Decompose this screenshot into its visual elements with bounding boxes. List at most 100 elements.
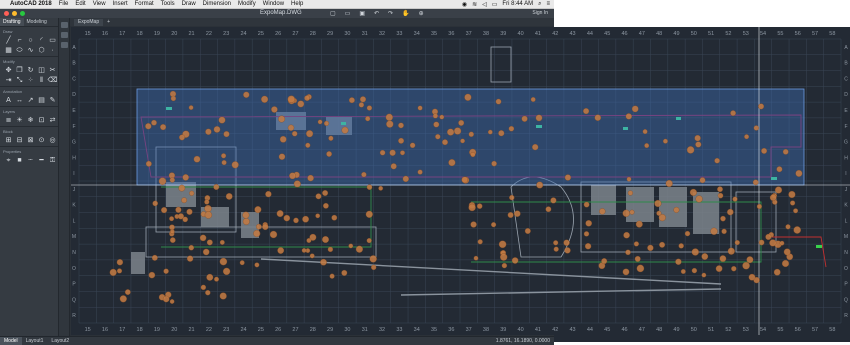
layer-match-icon[interactable]: ⇄ bbox=[48, 116, 57, 124]
layout-tab-model[interactable]: Model bbox=[0, 337, 22, 345]
polyline-tool-icon[interactable]: ⌐ bbox=[15, 36, 24, 44]
tab-drafting[interactable]: Drafting bbox=[0, 18, 24, 26]
markup-tool-icon[interactable]: ✎ bbox=[48, 96, 57, 104]
layer-lock-icon[interactable]: ⊡ bbox=[37, 116, 46, 124]
dimension-tool-icon[interactable]: ↔ bbox=[15, 96, 24, 104]
menu-list-icon[interactable]: ≡ bbox=[546, 1, 550, 7]
layer-properties-icon[interactable]: ≣ bbox=[4, 116, 13, 124]
column-label: 36 bbox=[448, 327, 454, 333]
linetype-icon[interactable]: ┄ bbox=[26, 156, 35, 164]
minimize-window-button[interactable] bbox=[12, 11, 17, 16]
save-icon[interactable]: ▣ bbox=[359, 10, 365, 17]
line-tool-icon[interactable]: ╱ bbox=[4, 36, 13, 44]
new-file-icon[interactable]: ▢ bbox=[330, 10, 336, 17]
section-modify[interactable]: Modify bbox=[0, 56, 58, 65]
menu-format[interactable]: Format bbox=[135, 1, 154, 7]
polygon-tool-icon[interactable]: ⬡ bbox=[37, 46, 46, 54]
move-tool-icon[interactable]: ✥ bbox=[4, 66, 13, 74]
menu-window[interactable]: Window bbox=[263, 1, 284, 7]
booth-marker bbox=[564, 174, 572, 181]
menu-draw[interactable]: Draw bbox=[182, 1, 196, 7]
menu-help[interactable]: Help bbox=[291, 1, 303, 7]
layer-on-icon[interactable]: ☀ bbox=[15, 116, 24, 124]
section-properties[interactable]: Properties bbox=[0, 146, 58, 155]
rotate-tool-icon[interactable]: ↻ bbox=[26, 66, 35, 74]
properties-panel-icon[interactable] bbox=[60, 32, 68, 38]
drawing-canvas[interactable]: 15 16 17 18 19 20 21 22 23 24 25 26 27 28 29 30 31 32 33 34… bbox=[71, 27, 850, 335]
section-layers[interactable]: Layers bbox=[0, 106, 58, 115]
booth-marker bbox=[647, 244, 654, 252]
copy-tool-icon[interactable]: ❐ bbox=[15, 66, 24, 74]
spline-tool-icon[interactable]: ∿ bbox=[26, 46, 35, 54]
array-tool-icon[interactable]: ⁘ bbox=[26, 76, 35, 84]
open-folder-icon[interactable]: ▭ bbox=[345, 10, 351, 17]
column-label: 43 bbox=[570, 327, 576, 333]
extend-tool-icon[interactable]: ⇥ bbox=[4, 76, 13, 84]
ellipse-tool-icon[interactable]: ⬭ bbox=[15, 46, 24, 54]
search-icon[interactable]: ⌕ bbox=[538, 1, 541, 8]
group-icon[interactable]: ◎ bbox=[48, 136, 57, 144]
erase-tool-icon[interactable]: ⌫ bbox=[48, 76, 58, 84]
menu-file[interactable]: File bbox=[59, 1, 69, 7]
new-tab-button[interactable]: + bbox=[107, 19, 110, 25]
redo-icon[interactable]: ↷ bbox=[388, 10, 393, 17]
section-block[interactable]: Block bbox=[0, 126, 58, 135]
camera-icon[interactable]: ◉ bbox=[462, 1, 467, 8]
layers-panel-icon[interactable] bbox=[60, 22, 68, 28]
column-label: 48 bbox=[656, 327, 662, 333]
section-annotation[interactable]: Annotation bbox=[0, 86, 58, 95]
row-label: Q bbox=[72, 297, 76, 303]
menu-dimension[interactable]: Dimension bbox=[203, 1, 231, 7]
booth-marker bbox=[508, 125, 515, 132]
circle-tool-icon[interactable]: ○ bbox=[26, 36, 35, 44]
match-properties-icon[interactable]: ⌖ bbox=[4, 156, 13, 164]
booth-marker bbox=[289, 172, 296, 180]
lineweight-icon[interactable]: ━ bbox=[37, 156, 46, 164]
lock-icon[interactable]: ⚿ bbox=[48, 156, 57, 164]
mirror-tool-icon[interactable]: ◫ bbox=[37, 66, 46, 74]
menu-clock[interactable]: Fri 8:44 AM bbox=[502, 1, 533, 7]
menu-app[interactable]: AutoCAD 2018 bbox=[10, 1, 52, 7]
layout-tab-layout1[interactable]: Layout1 bbox=[22, 337, 48, 345]
booth-marker bbox=[781, 259, 790, 268]
booth-marker bbox=[366, 105, 373, 111]
layer-freeze-icon[interactable]: ❄ bbox=[26, 116, 35, 124]
menu-edit[interactable]: Edit bbox=[75, 1, 85, 7]
insert-block-icon[interactable]: ⊞ bbox=[4, 136, 13, 144]
volume-icon[interactable]: ◁ bbox=[482, 1, 487, 8]
edit-block-icon[interactable]: ⊠ bbox=[26, 136, 35, 144]
sign-in-button[interactable]: Sign In bbox=[532, 10, 548, 16]
booth-marker bbox=[202, 248, 210, 256]
color-swatch-icon[interactable]: ■ bbox=[15, 156, 24, 164]
rectangle-tool-icon[interactable]: ▭ bbox=[48, 36, 57, 44]
menu-insert[interactable]: Insert bbox=[113, 1, 128, 7]
wifi-icon[interactable]: ≋ bbox=[472, 1, 477, 8]
zoom-window-button[interactable] bbox=[20, 11, 25, 16]
point-tool-icon[interactable]: · bbox=[48, 46, 57, 54]
battery-icon[interactable]: ▭ bbox=[492, 1, 498, 8]
blocks-panel-icon[interactable] bbox=[60, 42, 68, 48]
menu-modify[interactable]: Modify bbox=[238, 1, 256, 7]
pan-hand-icon[interactable]: ✋ bbox=[402, 10, 409, 17]
trim-tool-icon[interactable]: ✂ bbox=[48, 66, 57, 74]
zoom-icon[interactable]: ⊕ bbox=[419, 10, 424, 17]
text-tool-icon[interactable]: A bbox=[4, 96, 13, 104]
table-tool-icon[interactable]: ▤ bbox=[37, 96, 46, 104]
layout-tab-layout2[interactable]: Layout2 bbox=[47, 337, 73, 345]
leader-tool-icon[interactable]: ↗ bbox=[26, 96, 35, 104]
create-block-icon[interactable]: ⊟ bbox=[15, 136, 24, 144]
offset-tool-icon[interactable]: ⫴ bbox=[37, 76, 46, 84]
arc-tool-icon[interactable]: ◜ bbox=[37, 36, 46, 44]
undo-icon[interactable]: ↶ bbox=[374, 10, 379, 17]
menu-tools[interactable]: Tools bbox=[161, 1, 175, 7]
tab-expomap[interactable]: ExpoMap bbox=[74, 18, 104, 26]
close-window-button[interactable] bbox=[4, 11, 9, 16]
tab-modeling[interactable]: Modeling bbox=[24, 18, 50, 26]
scale-tool-icon[interactable]: ⤡ bbox=[15, 76, 24, 84]
attribute-icon[interactable]: ⊙ bbox=[37, 136, 46, 144]
menu-view[interactable]: View bbox=[93, 1, 106, 7]
section-draw[interactable]: Draw bbox=[0, 26, 58, 35]
hatch-tool-icon[interactable]: ▦ bbox=[4, 46, 13, 54]
booth-marker bbox=[302, 215, 309, 223]
booth-marker bbox=[231, 161, 239, 169]
